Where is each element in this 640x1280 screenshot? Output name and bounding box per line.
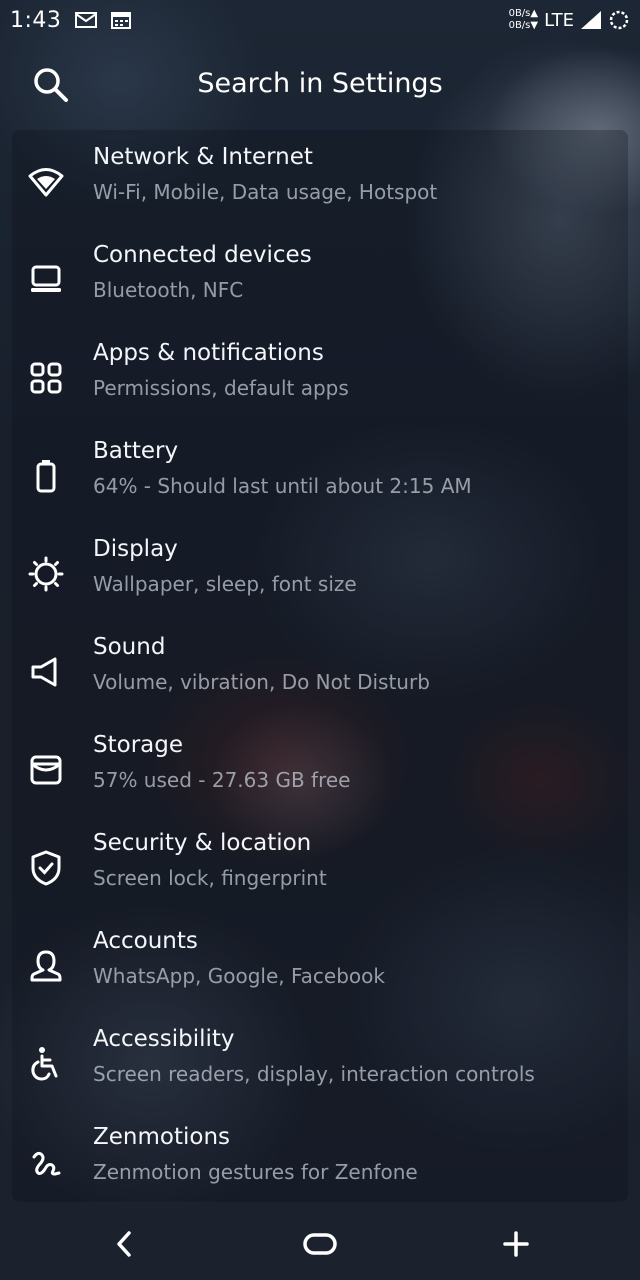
item-subtitle: Zenmotion gestures for Zenfone <box>93 1160 418 1184</box>
item-title: Network & Internet <box>93 144 313 170</box>
brightness-icon <box>26 554 66 594</box>
settings-item-network[interactable]: Network & Internet Wi-Fi, Mobile, Data u… <box>0 140 640 238</box>
item-subtitle: Bluetooth, NFC <box>93 278 244 302</box>
item-subtitle: Volume, vibration, Do Not Disturb <box>93 670 430 694</box>
item-subtitle: 57% used - 27.63 GB free <box>93 768 351 792</box>
settings-item-sound[interactable]: Sound Volume, vibration, Do Not Disturb <box>0 630 640 728</box>
network-speed: 0B/s▲ 0B/s▼ <box>509 8 539 32</box>
status-left: 1:43 <box>10 7 132 33</box>
item-subtitle: WhatsApp, Google, Facebook <box>93 964 385 988</box>
settings-item-connected-devices[interactable]: Connected devices Bluetooth, NFC <box>0 238 640 336</box>
item-title: Zenmotions <box>93 1124 231 1150</box>
item-subtitle: Screen readers, display, interaction con… <box>93 1062 535 1086</box>
battery-icon <box>26 456 66 496</box>
item-subtitle: Wallpaper, sleep, font size <box>93 572 357 596</box>
item-subtitle: Permissions, default apps <box>93 376 349 400</box>
item-title: Security & location <box>93 830 312 856</box>
net-up: 0B/s▲ <box>508 8 539 19</box>
devices-icon <box>26 260 66 300</box>
storage-icon <box>26 750 66 790</box>
network-type: LTE <box>544 9 574 31</box>
speaker-icon <box>26 652 66 692</box>
settings-item-accounts[interactable]: Accounts WhatsApp, Google, Facebook <box>0 924 640 1022</box>
settings-item-apps[interactable]: Apps & notifications Permissions, defaul… <box>0 336 640 434</box>
item-title: Battery <box>93 438 179 464</box>
settings-item-display[interactable]: Display Wallpaper, sleep, font size <box>0 532 640 630</box>
status-time: 1:43 <box>10 7 62 33</box>
wifi-icon <box>26 162 66 202</box>
settings-item-accessibility[interactable]: Accessibility Screen readers, display, i… <box>0 1022 640 1120</box>
settings-item-zenmotions[interactable]: Zenmotions Zenmotion gestures for Zenfon… <box>0 1120 640 1218</box>
home-icon[interactable] <box>300 1224 340 1264</box>
item-title: Apps & notifications <box>93 340 324 366</box>
item-subtitle: Wi-Fi, Mobile, Data usage, Hotspot <box>93 180 438 204</box>
item-title: Display <box>93 536 178 562</box>
item-title: Accessibility <box>93 1026 235 1052</box>
settings-item-security[interactable]: Security & location Screen lock, fingerp… <box>0 826 640 924</box>
settings-item-storage[interactable]: Storage 57% used - 27.63 GB free <box>0 728 640 826</box>
item-title: Sound <box>93 634 166 660</box>
net-down: 0B/s▼ <box>508 20 539 31</box>
status-bar: 1:43 0B/s▲ 0B/s▼ LTE <box>0 0 640 40</box>
accessibility-icon <box>26 1044 66 1084</box>
search-title[interactable]: Search in Settings <box>0 68 640 99</box>
add-icon[interactable] <box>496 1224 536 1264</box>
mail-icon <box>75 12 98 28</box>
search-bar[interactable]: Search in Settings <box>0 52 640 116</box>
status-right: 0B/s▲ 0B/s▼ LTE <box>509 8 630 32</box>
account-icon <box>26 946 66 986</box>
item-title: Accounts <box>93 928 198 954</box>
signal-icon <box>580 10 602 30</box>
calendar-icon <box>111 11 132 29</box>
apps-icon <box>26 358 66 398</box>
gesture-icon <box>26 1142 66 1182</box>
item-title: Connected devices <box>93 242 312 268</box>
item-subtitle: Screen lock, fingerprint <box>93 866 327 890</box>
navigation-bar <box>0 1208 640 1280</box>
battery-saver-icon <box>608 9 630 31</box>
item-title: Storage <box>93 732 183 758</box>
settings-item-battery[interactable]: Battery 64% - Should last until about 2:… <box>0 434 640 532</box>
shield-icon <box>26 848 66 888</box>
item-subtitle: 64% - Should last until about 2:15 AM <box>93 474 472 498</box>
back-icon[interactable] <box>104 1224 144 1264</box>
